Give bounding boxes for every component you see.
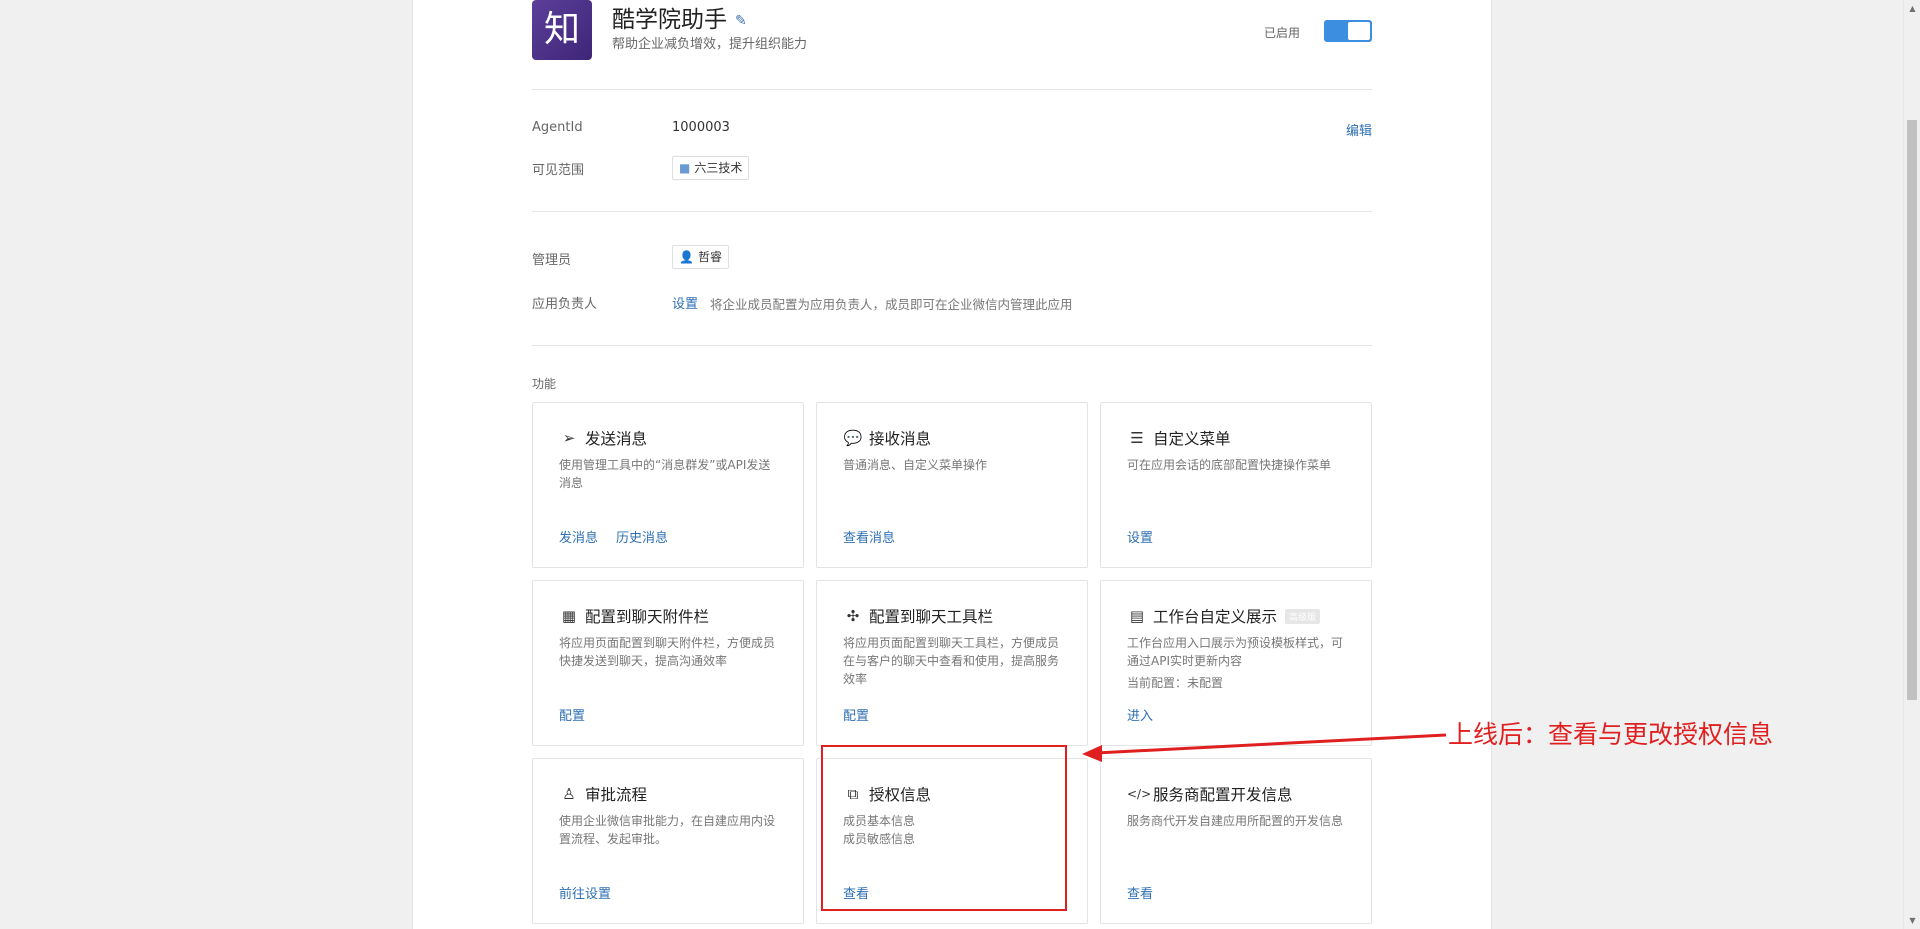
vertical-scrollbar[interactable]: ▲ ▼: [1903, 0, 1920, 929]
annotation-text: 上线后：查看与更改授权信息: [1448, 720, 1774, 749]
scroll-thumb[interactable]: [1907, 120, 1917, 700]
scroll-down-arrow-icon[interactable]: ▼: [1904, 912, 1920, 929]
scroll-up-arrow-icon[interactable]: ▲: [1904, 0, 1920, 17]
annotation-arrow: [1082, 733, 1447, 762]
